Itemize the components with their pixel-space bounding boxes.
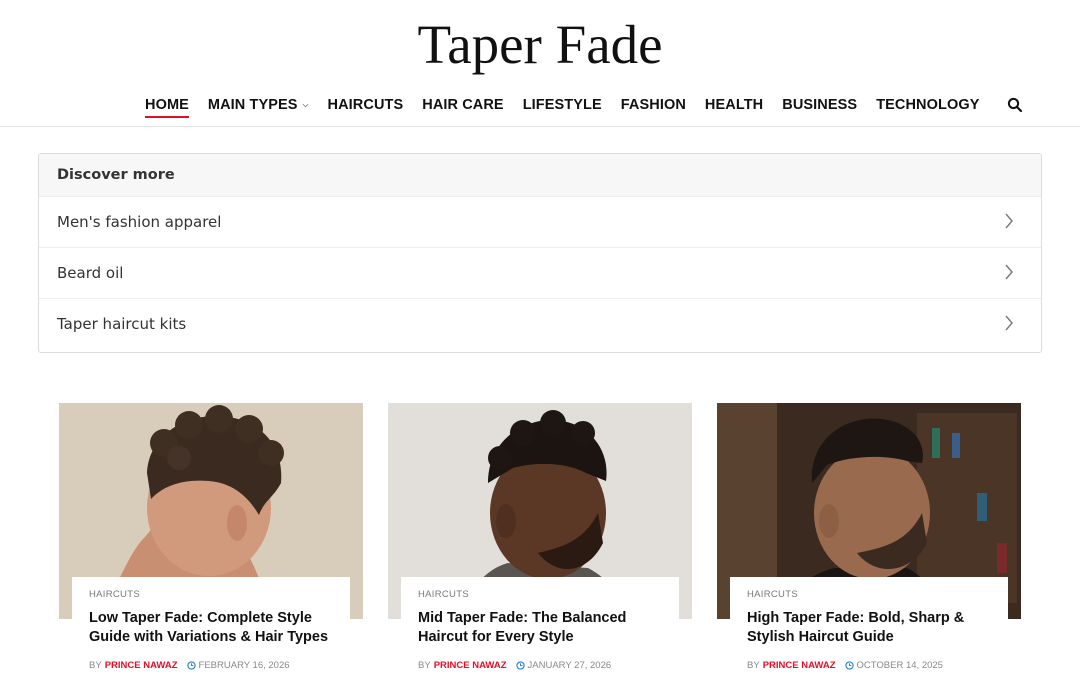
nav-item-label: LIFESTYLE	[522, 97, 602, 113]
clock-icon	[515, 661, 525, 670]
nav-item-hair-care[interactable]: HAIR CARE	[422, 94, 503, 116]
header-divider	[0, 126, 1080, 127]
article-meta: BY PRINCE NAWAZ JANUARY 27, 2026	[418, 660, 663, 671]
author-link[interactable]: PRINCE NAWAZ	[105, 660, 178, 671]
nav-item-health[interactable]: HEALTH	[705, 94, 763, 116]
author-link[interactable]: PRINCE NAWAZ	[434, 660, 507, 671]
category-label[interactable]: HAIRCUTS	[418, 589, 663, 600]
discover-item-mens-fashion-apparel[interactable]: Men's fashion apparel	[39, 196, 1041, 247]
nav-item-label: HAIRCUTS	[327, 97, 404, 113]
article-card: HAIRCUTS Mid Taper Fade: The Balanced Ha…	[388, 403, 692, 675]
nav-item-fashion[interactable]: FASHION	[621, 94, 686, 116]
main-nav: HOME MAIN TYPES HAIRCUTS HAIR CARE LIFES…	[0, 94, 1080, 126]
discover-item-label: Men's fashion apparel	[57, 213, 222, 231]
byline-prefix: BY	[747, 660, 760, 671]
byline-prefix: BY	[418, 660, 431, 671]
discover-item-beard-oil[interactable]: Beard oil	[39, 247, 1041, 298]
article-card: HAIRCUTS Low Taper Fade: Complete Style …	[59, 403, 363, 675]
article-summary: HAIRCUTS Mid Taper Fade: The Balanced Ha…	[401, 577, 679, 675]
discover-item-label: Taper haircut kits	[57, 315, 187, 333]
discover-item-label: Beard oil	[57, 264, 124, 282]
article-title[interactable]: High Taper Fade: Bold, Sharp & Stylish H…	[747, 609, 992, 647]
chevron-right-icon	[1005, 213, 1013, 229]
nav-item-label: TECHNOLOGY	[876, 97, 980, 113]
nav-item-label: MAIN TYPES	[207, 97, 298, 113]
article-card: HAIRCUTS High Taper Fade: Bold, Sharp & …	[717, 403, 1021, 675]
nav-item-technology[interactable]: TECHNOLOGY	[876, 94, 979, 116]
nav-item-label: HAIR CARE	[422, 97, 504, 113]
discover-item-taper-haircut-kits[interactable]: Taper haircut kits	[39, 298, 1041, 349]
article-title[interactable]: Low Taper Fade: Complete Style Guide wit…	[89, 609, 334, 647]
nav-item-label: HEALTH	[704, 97, 764, 113]
nav-item-label: FASHION	[620, 97, 686, 113]
nav-item-lifestyle[interactable]: LIFESTYLE	[523, 94, 602, 116]
article-title[interactable]: Mid Taper Fade: The Balanced Haircut for…	[418, 609, 663, 647]
publish-date: OCTOBER 14, 2025	[856, 660, 943, 671]
nav-item-home[interactable]: HOME	[145, 94, 189, 118]
discover-more-panel: Discover more Men's fashion apparel Bear…	[38, 153, 1042, 353]
article-summary: HAIRCUTS High Taper Fade: Bold, Sharp & …	[730, 577, 1008, 675]
byline-prefix: BY	[89, 660, 102, 671]
article-meta: BY PRINCE NAWAZ FEBRUARY 16, 2026	[89, 660, 334, 671]
article-meta: BY PRINCE NAWAZ OCTOBER 14, 2025	[747, 660, 992, 671]
clock-icon	[186, 661, 196, 670]
article-summary: HAIRCUTS Low Taper Fade: Complete Style …	[72, 577, 350, 675]
nav-item-haircuts[interactable]: HAIRCUTS	[328, 94, 404, 116]
publish-date: JANUARY 27, 2026	[527, 660, 612, 671]
chevron-right-icon	[1005, 264, 1013, 280]
author-link[interactable]: PRINCE NAWAZ	[763, 660, 836, 671]
category-label[interactable]: HAIRCUTS	[747, 589, 992, 600]
nav-item-business[interactable]: BUSINESS	[782, 94, 857, 116]
nav-item-label: BUSINESS	[782, 97, 858, 113]
nav-item-main-types[interactable]: MAIN TYPES	[208, 94, 309, 116]
clock-icon	[844, 661, 854, 670]
category-label[interactable]: HAIRCUTS	[89, 589, 334, 600]
nav-list: HOME MAIN TYPES HAIRCUTS HAIR CARE LIFES…	[145, 94, 999, 118]
site-title[interactable]: Taper Fade	[0, 14, 1080, 76]
chevron-right-icon	[1005, 315, 1013, 331]
chevron-down-icon	[302, 103, 308, 107]
discover-more-heading: Discover more	[39, 154, 1041, 196]
publish-date: FEBRUARY 16, 2026	[198, 660, 290, 671]
nav-item-label: HOME	[145, 97, 189, 113]
search-icon[interactable]	[1007, 97, 1023, 113]
